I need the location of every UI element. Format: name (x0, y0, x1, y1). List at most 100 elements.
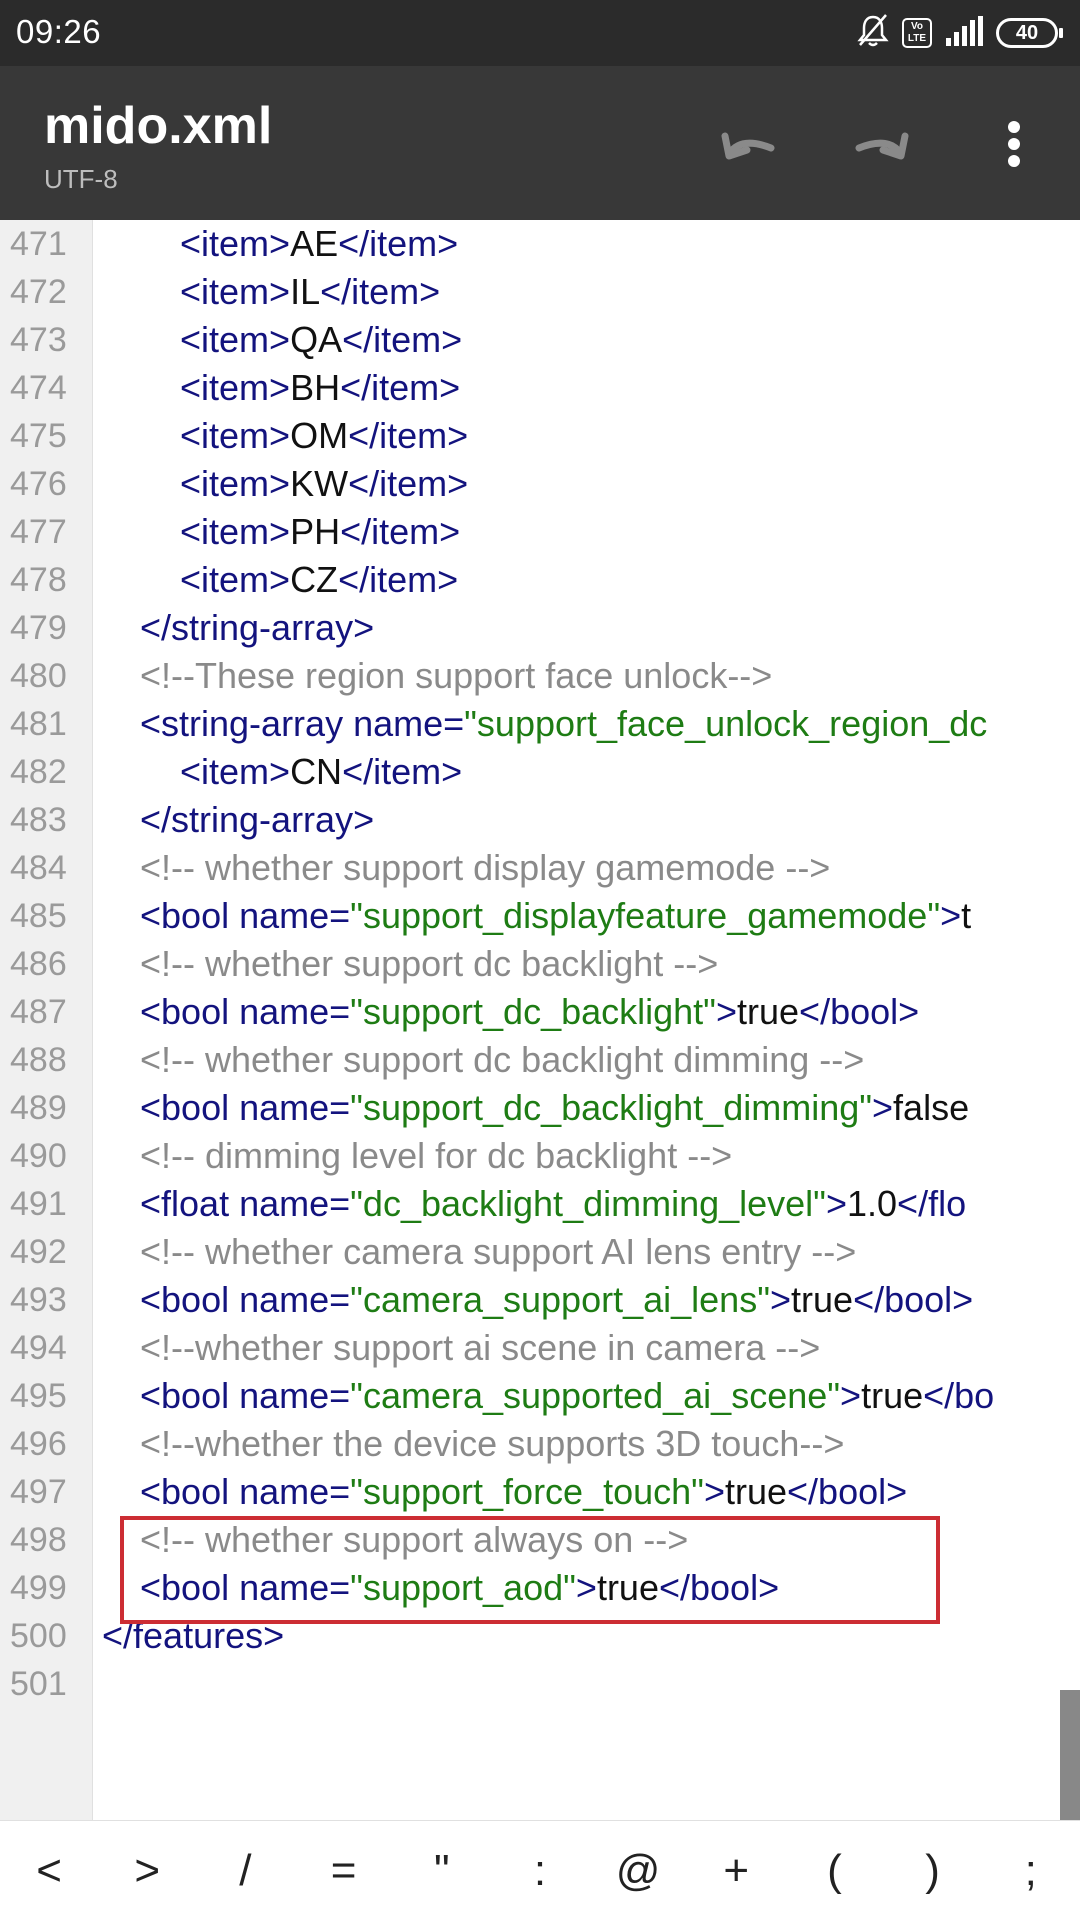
code-text: <string-array name="support_face_unlock_… (140, 700, 987, 748)
code-text: <!-- whether support display gamemode --… (140, 844, 830, 892)
code-line[interactable]: 476 <item>KW</item> (0, 460, 1080, 508)
symbol-key[interactable]: + (696, 1846, 776, 1896)
symbol-key[interactable]: @ (598, 1846, 678, 1896)
code-line[interactable]: 482 <item>CN</item> (0, 748, 1080, 796)
code-token: </item> (340, 511, 461, 552)
code-line[interactable]: 494 <!--whether support ai scene in camer… (0, 1324, 1080, 1372)
code-text: <bool name="support_force_touch">true</b… (140, 1468, 907, 1516)
code-token: </item> (338, 223, 459, 264)
code-line[interactable]: 479 </string-array> (0, 604, 1080, 652)
code-line[interactable]: 501 (0, 1660, 1080, 1708)
code-token: OM (290, 415, 349, 456)
highlight-annotation-box (120, 1516, 940, 1624)
code-line[interactable]: 483 </string-array> (0, 796, 1080, 844)
code-text: <item>PH</item> (180, 508, 460, 556)
line-number: 474 (10, 369, 67, 407)
status-bar: 09:26 Vo LTE 40 (0, 0, 1080, 66)
code-line[interactable]: 478 <item>CZ</item> (0, 556, 1080, 604)
code-token: name= (239, 895, 351, 936)
code-token: <!-- whether support dc backlight dimmin… (140, 1039, 865, 1080)
line-number: 488 (10, 1041, 67, 1079)
code-token: AE (290, 223, 339, 264)
code-token: name= (239, 991, 351, 1032)
line-number: 498 (10, 1521, 67, 1559)
code-line[interactable]: 489 <bool name="support_dc_backlight_dimm… (0, 1084, 1080, 1132)
code-line[interactable]: 496 <!--whether the device supports 3D to… (0, 1420, 1080, 1468)
scrollbar-thumb[interactable] (1060, 1690, 1080, 1820)
line-number: 499 (10, 1569, 67, 1607)
code-text: <!--whether support ai scene in camera -… (140, 1324, 820, 1372)
code-token: > (703, 1471, 725, 1512)
code-token: </string-array> (140, 799, 375, 840)
line-number: 489 (10, 1089, 67, 1127)
code-token: > (872, 1087, 894, 1128)
code-line[interactable]: 472 <item>IL</item> (0, 268, 1080, 316)
code-token: <!--These region support face unlock--> (140, 655, 773, 696)
code-line[interactable]: 497 <bool name="support_force_touch">true… (0, 1468, 1080, 1516)
code-line[interactable]: 487 <bool name="support_dc_backlight">tru… (0, 988, 1080, 1036)
file-encoding[interactable]: UTF-8 (44, 164, 118, 195)
code-line[interactable]: 495 <bool name="camera_supported_ai_scene… (0, 1372, 1080, 1420)
line-number: 484 (10, 849, 67, 887)
code-token: </item> (340, 367, 461, 408)
code-token: BH (290, 367, 341, 408)
code-token: <item> (180, 271, 291, 312)
code-token: name= (353, 703, 465, 744)
code-token: <bool (140, 1471, 240, 1512)
code-token: <bool (140, 1087, 240, 1128)
code-token: </item> (338, 559, 459, 600)
line-number: 496 (10, 1425, 67, 1463)
code-line[interactable]: 491 <float name="dc_backlight_dimming_lev… (0, 1180, 1080, 1228)
code-token: <bool (140, 991, 240, 1032)
code-token: </bool> (853, 1279, 974, 1320)
code-token: "support_face_unlock_region_dc (464, 703, 988, 744)
line-number: 473 (10, 321, 67, 359)
code-line[interactable]: 480 <!--These region support face unlock-… (0, 652, 1080, 700)
code-line[interactable]: 474 <item>BH</item> (0, 364, 1080, 412)
code-token: <!-- whether camera support AI lens entr… (140, 1231, 857, 1272)
code-line[interactable]: 475 <item>OM</item> (0, 412, 1080, 460)
code-line[interactable]: 493 <bool name="camera_support_ai_lens">t… (0, 1276, 1080, 1324)
undo-button[interactable] (710, 106, 790, 186)
code-token: </bo (923, 1375, 995, 1416)
code-token: 1.0 (847, 1183, 898, 1224)
code-line[interactable]: 490 <!-- dimming level for dc backlight -… (0, 1132, 1080, 1180)
code-line[interactable]: 477 <item>PH</item> (0, 508, 1080, 556)
code-token: </item> (320, 271, 441, 312)
symbol-key[interactable]: / (205, 1846, 285, 1896)
symbol-key[interactable]: ; (991, 1846, 1071, 1896)
symbol-key[interactable]: ( (794, 1846, 874, 1896)
code-token: > (825, 1183, 847, 1224)
symbol-key[interactable]: = (304, 1846, 384, 1896)
code-token: </bool> (787, 1471, 908, 1512)
code-token: <item> (180, 751, 291, 792)
code-line[interactable]: 471 <item>AE</item> (0, 220, 1080, 268)
code-token: </string-array> (140, 607, 375, 648)
code-editor[interactable]: 471 <item>AE</item> 472 <item>IL</item> 473 <… (0, 220, 1080, 1820)
code-line[interactable]: 481 <string-array name="support_face_unlo… (0, 700, 1080, 748)
code-line[interactable]: 486 <!-- whether support dc backlight --> (0, 940, 1080, 988)
line-number: 471 (10, 225, 67, 263)
symbol-key[interactable]: " (402, 1846, 482, 1896)
code-line[interactable]: 488 <!-- whether support dc backlight dim… (0, 1036, 1080, 1084)
code-line[interactable]: 473 <item>QA</item> (0, 316, 1080, 364)
symbol-key[interactable]: : (500, 1846, 580, 1896)
code-token: <bool (140, 1279, 240, 1320)
code-line[interactable]: 484 <!-- whether support display gamemode… (0, 844, 1080, 892)
code-token: > (940, 895, 962, 936)
code-text: <item>KW</item> (180, 460, 468, 508)
code-line[interactable]: 485 <bool name="support_displayfeature_ga… (0, 892, 1080, 940)
line-number: 482 (10, 753, 67, 791)
line-number: 472 (10, 273, 67, 311)
code-token: </item> (348, 463, 469, 504)
code-token: true (724, 1471, 788, 1512)
code-text: <item>AE</item> (180, 220, 458, 268)
line-number: 481 (10, 705, 67, 743)
redo-button[interactable] (840, 106, 920, 186)
symbol-key[interactable]: < (9, 1846, 89, 1896)
symbol-key[interactable]: > (107, 1846, 187, 1896)
line-number: 497 (10, 1473, 67, 1511)
more-options-button[interactable] (974, 106, 1054, 186)
code-line[interactable]: 492 <!-- whether camera support AI lens e… (0, 1228, 1080, 1276)
symbol-key[interactable]: ) (893, 1846, 973, 1896)
